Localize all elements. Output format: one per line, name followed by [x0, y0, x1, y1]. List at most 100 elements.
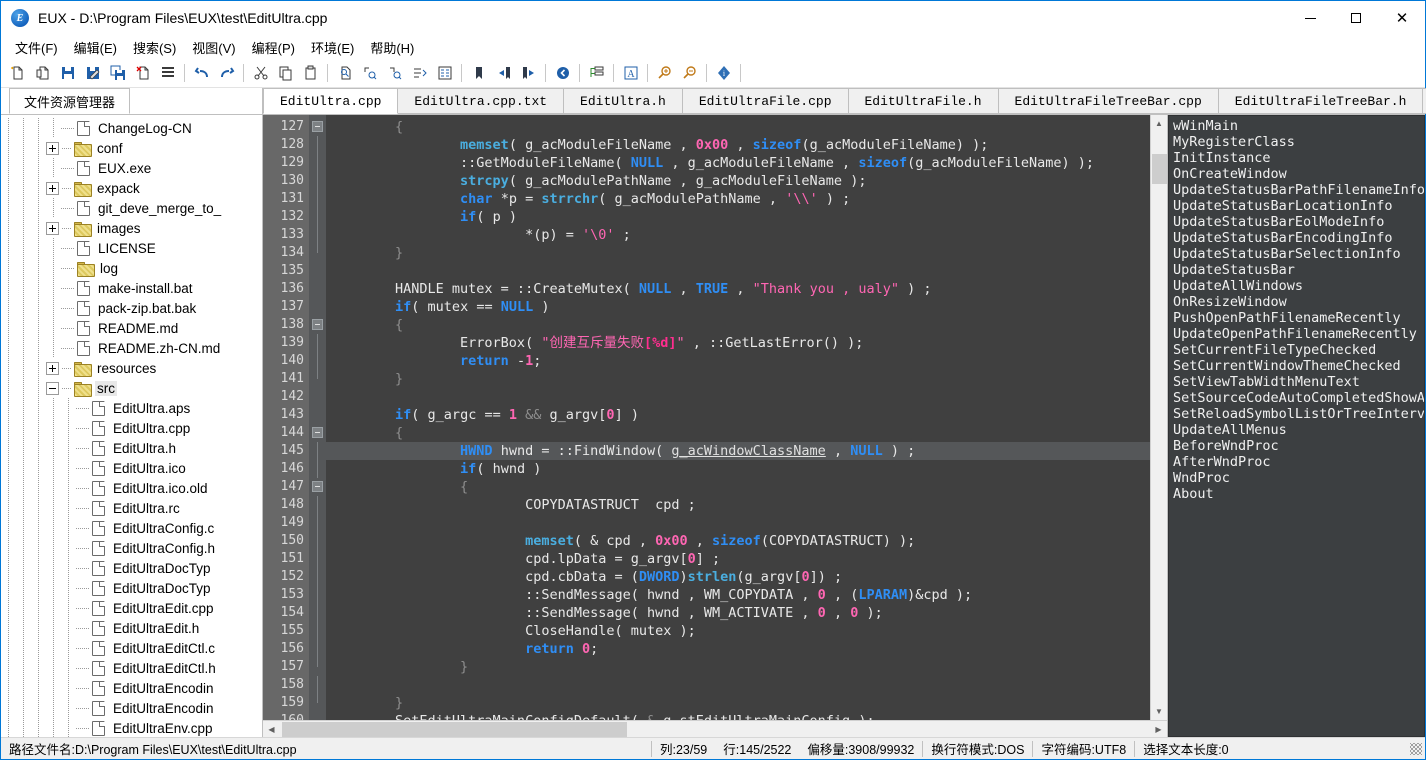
code-line-current[interactable]: HWND hwnd = ::FindWindow( g_acWindowClas… — [326, 442, 1150, 460]
code-line[interactable]: { — [326, 316, 1150, 334]
menu-environment[interactable]: 环境(E) — [303, 36, 362, 59]
vertical-scroll-thumb[interactable] — [1152, 154, 1167, 184]
code-line[interactable]: memset( g_acModuleFileName , 0x00 , size… — [326, 136, 1150, 154]
code-line[interactable]: } — [326, 658, 1150, 676]
expand-icon[interactable] — [46, 222, 59, 235]
code-line[interactable]: { — [326, 478, 1150, 496]
fold-cell[interactable] — [309, 478, 326, 496]
symbol-list-item[interactable]: UpdateAllMenus — [1173, 422, 1424, 438]
menu-help[interactable]: 帮助(H) — [362, 36, 422, 59]
symbol-list-item[interactable]: SetViewTabWidthMenuText — [1173, 374, 1424, 390]
menu-programming[interactable]: 编程(P) — [244, 36, 303, 59]
symbol-list-item[interactable]: UpdateStatusBarLocationInfo — [1173, 198, 1424, 214]
close-file-icon[interactable] — [131, 62, 154, 85]
fold-collapse-icon[interactable] — [312, 319, 323, 330]
paste-icon[interactable] — [299, 62, 322, 85]
find-next-icon[interactable] — [383, 62, 406, 85]
menu-file[interactable]: 文件(F) — [7, 36, 66, 59]
fold-cell[interactable] — [309, 118, 326, 136]
font-icon[interactable]: A — [619, 62, 642, 85]
editor-tab[interactable]: EditUltraFile.h — [849, 88, 999, 114]
scroll-down-icon[interactable]: ▼ — [1151, 703, 1168, 720]
symbol-list-item[interactable]: UpdateOpenPathFilenameRecently — [1173, 326, 1424, 342]
tree-item[interactable]: EditUltraEncodin — [1, 698, 262, 718]
tree-item[interactable]: README.md — [1, 318, 262, 338]
back-icon[interactable] — [551, 62, 574, 85]
save-icon[interactable] — [56, 62, 79, 85]
code-line[interactable]: CloseHandle( mutex ); — [326, 622, 1150, 640]
code-line[interactable] — [326, 676, 1150, 694]
tree-item[interactable]: README.zh-CN.md — [1, 338, 262, 358]
collapse-icon[interactable] — [46, 382, 59, 395]
copy-icon[interactable] — [274, 62, 297, 85]
code-line[interactable]: ::SendMessage( hwnd , WM_ACTIVATE , 0 , … — [326, 604, 1150, 622]
tree-item[interactable]: EditUltra.ico — [1, 458, 262, 478]
code-line[interactable]: ::GetModuleFileName( NULL , g_acModuleFi… — [326, 154, 1150, 172]
symbol-list-item[interactable]: InitInstance — [1173, 150, 1424, 166]
fold-collapse-icon[interactable] — [312, 481, 323, 492]
find-previous-icon[interactable] — [358, 62, 381, 85]
menu-edit[interactable]: 编辑(E) — [66, 36, 125, 59]
vertical-scroll-track[interactable] — [1151, 132, 1168, 703]
symbol-list-item[interactable]: UpdateStatusBarEncodingInfo — [1173, 230, 1424, 246]
tree-item[interactable]: EditUltraDocTyp — [1, 578, 262, 598]
symbol-list-item[interactable]: UpdateStatusBarPathFilenameInfo — [1173, 182, 1424, 198]
code-line[interactable]: strcpy( g_acModulePathName , g_acModuleF… — [326, 172, 1150, 190]
close-all-icon[interactable] — [156, 62, 179, 85]
bookmark-previous-icon[interactable] — [492, 62, 515, 85]
code-pane[interactable]: 1271281291301311321331341351361371381391… — [263, 115, 1150, 720]
tree-item[interactable]: EditUltra.aps — [1, 398, 262, 418]
tree-item[interactable]: LICENSE — [1, 238, 262, 258]
symbol-list-icon[interactable] — [585, 62, 608, 85]
expand-icon[interactable] — [46, 182, 59, 195]
editor-vertical-scrollbar[interactable]: ▲ ▼ — [1150, 115, 1167, 720]
code-line[interactable] — [326, 262, 1150, 280]
file-tree[interactable]: ChangeLog-CNconfEUX.exeexpackgit_deve_me… — [1, 115, 262, 737]
menu-view[interactable]: 视图(V) — [184, 36, 243, 59]
fold-collapse-icon[interactable] — [312, 121, 323, 132]
code-line[interactable]: } — [326, 694, 1150, 712]
expand-icon[interactable] — [46, 142, 59, 155]
maximize-icon[interactable] — [1333, 1, 1379, 35]
symbol-list-item[interactable]: PushOpenPathFilenameRecently — [1173, 310, 1424, 326]
tree-item[interactable]: EditUltraEnv.cpp — [1, 718, 262, 737]
tree-item[interactable]: ChangeLog-CN — [1, 118, 262, 138]
code-line[interactable]: cpd.cbData = (DWORD)strlen(g_argv[0]) ; — [326, 568, 1150, 586]
resize-grip-icon[interactable] — [1410, 743, 1422, 755]
scroll-up-icon[interactable]: ▲ — [1151, 115, 1168, 132]
code-line[interactable]: if( g_argc == 1 && g_argv[0] ) — [326, 406, 1150, 424]
tree-item[interactable]: git_deve_merge_to_ — [1, 198, 262, 218]
tree-item[interactable]: EditUltraConfig.c — [1, 518, 262, 538]
symbol-list-item[interactable]: BeforeWndProc — [1173, 438, 1424, 454]
editor-tab[interactable]: EditUltraFile.cpp — [683, 88, 849, 114]
symbol-list-item[interactable]: UpdateStatusBarEolModeInfo — [1173, 214, 1424, 230]
open-file-icon[interactable] — [31, 62, 54, 85]
tree-item[interactable]: make-install.bat — [1, 278, 262, 298]
cut-icon[interactable] — [249, 62, 272, 85]
find-icon[interactable] — [333, 62, 356, 85]
fold-cell[interactable] — [309, 424, 326, 442]
code-line[interactable] — [326, 388, 1150, 406]
code-line[interactable]: SetEditUltraMainConfigDefault( & g_stEdi… — [326, 712, 1150, 720]
save-all-icon[interactable] — [106, 62, 129, 85]
horizontal-scroll-track[interactable] — [280, 721, 1150, 738]
tree-item[interactable]: EditUltraConfig.h — [1, 538, 262, 558]
code-line[interactable]: HANDLE mutex = ::CreateMutex( NULL , TRU… — [326, 280, 1150, 298]
code-line[interactable]: COPYDATASTRUCT cpd ; — [326, 496, 1150, 514]
code-line[interactable]: cpd.lpData = g_argv[0] ; — [326, 550, 1150, 568]
symbol-list-item[interactable]: OnResizeWindow — [1173, 294, 1424, 310]
tree-item[interactable]: EditUltra.rc — [1, 498, 262, 518]
code-line[interactable]: { — [326, 424, 1150, 442]
scroll-right-icon[interactable]: ▶ — [1150, 721, 1167, 738]
code-line[interactable]: } — [326, 370, 1150, 388]
code-line[interactable]: { — [326, 118, 1150, 136]
code-line[interactable]: } — [326, 244, 1150, 262]
tree-item[interactable]: images — [1, 218, 262, 238]
tree-item[interactable]: EditUltra.cpp — [1, 418, 262, 438]
code-line[interactable]: char *p = strrchr( g_acModulePathName , … — [326, 190, 1150, 208]
new-file-icon[interactable] — [6, 62, 29, 85]
code-line[interactable]: if( hwnd ) — [326, 460, 1150, 478]
symbol-list-item[interactable]: SetReloadSymbolListOrTreeInterva — [1173, 406, 1424, 422]
symbol-list-item[interactable]: SetSourceCodeAutoCompletedShowAf — [1173, 390, 1424, 406]
horizontal-scroll-thumb[interactable] — [282, 722, 627, 737]
